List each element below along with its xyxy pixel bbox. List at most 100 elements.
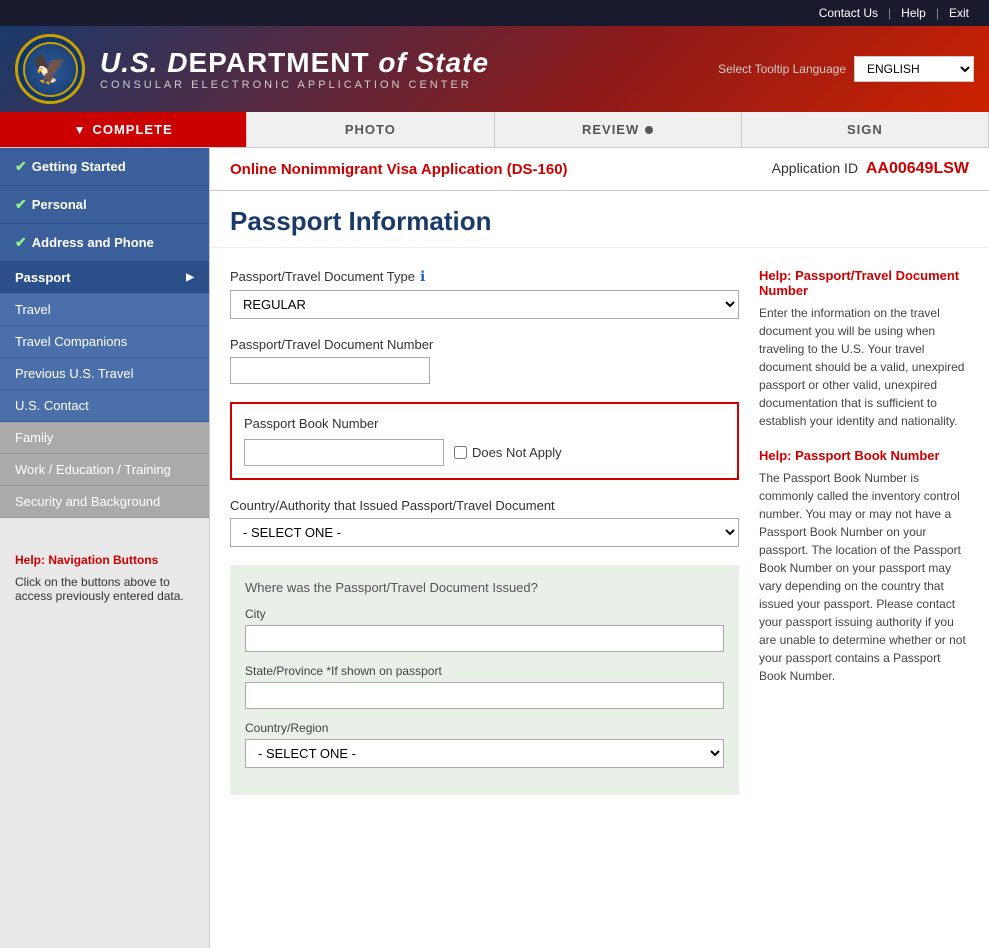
check-icon-personal: ✔ bbox=[15, 196, 27, 213]
state-label: State/Province *If shown on passport bbox=[245, 664, 724, 678]
page-title: Passport Information bbox=[210, 191, 989, 248]
header-title-block: U.S. DEPARTMENT of State Consular Electr… bbox=[100, 47, 703, 91]
help-block-1: Help: Passport/Travel Document Number En… bbox=[759, 268, 969, 430]
step-sign[interactable]: SIGN bbox=[742, 112, 989, 147]
language-selector-group: Select Tooltip Language ENGLISH ESPAÑOL … bbox=[718, 56, 974, 82]
city-field: City bbox=[245, 607, 724, 652]
review-dot bbox=[645, 126, 653, 134]
step-review[interactable]: REVIEW bbox=[495, 112, 742, 147]
sidebar-item-family[interactable]: Family bbox=[0, 422, 209, 454]
book-number-input[interactable] bbox=[244, 439, 444, 466]
help-link[interactable]: Help bbox=[891, 4, 936, 22]
does-not-apply-label: Does Not Apply bbox=[454, 445, 562, 460]
form-content: Passport/Travel Document Type ℹ REGULAR … bbox=[210, 248, 989, 833]
issuing-country-select[interactable]: - SELECT ONE - bbox=[230, 518, 739, 547]
does-not-apply-text: Does Not Apply bbox=[472, 445, 562, 460]
sidebar-label-getting-started: Getting Started bbox=[32, 159, 126, 174]
doc-number-group: Passport/Travel Document Number bbox=[230, 337, 739, 384]
step-complete[interactable]: ▼ COMPLETE bbox=[0, 112, 247, 147]
app-id-label: Application ID bbox=[772, 160, 858, 176]
sidebar-help-prefix: Help: bbox=[15, 553, 45, 567]
sidebar-item-getting-started[interactable]: ✔ Getting Started bbox=[0, 148, 209, 186]
issuing-country-label-text: Country/Authority that Issued Passport/T… bbox=[230, 498, 555, 513]
issued-where-section: Where was the Passport/Travel Document I… bbox=[230, 565, 739, 795]
sidebar-item-security-background[interactable]: Security and Background bbox=[0, 486, 209, 518]
app-id-value: AA00649LSW bbox=[866, 160, 969, 177]
main-content: Online Nonimmigrant Visa Application (DS… bbox=[210, 148, 989, 948]
sidebar-item-travel-companions[interactable]: Travel Companions bbox=[0, 326, 209, 358]
sidebar: ✔ Getting Started ✔ Personal ✔ Address a… bbox=[0, 148, 210, 948]
step-photo[interactable]: PHOTO bbox=[247, 112, 494, 147]
state-input[interactable] bbox=[245, 682, 724, 709]
site-subtitle: Consular Electronic Application Center bbox=[100, 79, 703, 91]
check-icon-address: ✔ bbox=[15, 234, 27, 251]
content-header: Online Nonimmigrant Visa Application (DS… bbox=[210, 148, 989, 191]
does-not-apply-checkbox[interactable] bbox=[454, 446, 467, 459]
sidebar-item-passport[interactable]: Passport bbox=[0, 262, 209, 294]
sidebar-help-block: Help: Navigation Buttons Click on the bu… bbox=[0, 538, 209, 618]
country-select[interactable]: - SELECT ONE - bbox=[245, 739, 724, 768]
sidebar-label-personal: Personal bbox=[32, 197, 87, 212]
doc-number-label-text: Passport/Travel Document Number bbox=[230, 337, 433, 352]
step-sign-label: SIGN bbox=[847, 122, 883, 137]
help-2-subject: Passport Book Number bbox=[795, 448, 939, 463]
language-select[interactable]: ENGLISH ESPAÑOL FRANÇAIS bbox=[854, 56, 974, 82]
step-photo-label: PHOTO bbox=[345, 122, 396, 137]
step-complete-label: COMPLETE bbox=[92, 122, 172, 137]
city-input[interactable] bbox=[245, 625, 724, 652]
seal-inner: 🦅 bbox=[23, 42, 78, 97]
sidebar-label-passport: Passport bbox=[15, 270, 71, 285]
contact-us-link[interactable]: Contact Us bbox=[809, 4, 888, 22]
issued-where-label: Where was the Passport/Travel Document I… bbox=[245, 580, 724, 595]
eagle-icon: 🦅 bbox=[33, 53, 68, 86]
step-navigation: ▼ COMPLETE PHOTO REVIEW SIGN bbox=[0, 112, 989, 148]
sidebar-item-work-education[interactable]: Work / Education / Training bbox=[0, 454, 209, 486]
doc-type-label-text: Passport/Travel Document Type bbox=[230, 269, 415, 284]
sidebar-label-previous-travel: Previous U.S. Travel bbox=[15, 366, 134, 381]
sidebar-help-title: Help: Navigation Buttons bbox=[15, 553, 194, 567]
sidebar-label-family: Family bbox=[15, 430, 53, 445]
help-heading-1: Help: Passport/Travel Document Number bbox=[759, 268, 969, 298]
doc-number-input[interactable] bbox=[230, 357, 430, 384]
sidebar-help-subject: Navigation Buttons bbox=[48, 553, 158, 567]
doc-type-group: Passport/Travel Document Type ℹ REGULAR … bbox=[230, 268, 739, 319]
help-2-body: The Passport Book Number is commonly cal… bbox=[759, 469, 969, 685]
sidebar-item-previous-travel[interactable]: Previous U.S. Travel bbox=[0, 358, 209, 390]
sidebar-item-travel[interactable]: Travel bbox=[0, 294, 209, 326]
doc-type-label: Passport/Travel Document Type ℹ bbox=[230, 268, 739, 285]
sidebar-label-address: Address and Phone bbox=[32, 235, 154, 250]
help-2-prefix: Help: bbox=[759, 448, 792, 463]
country-label: Country/Region bbox=[245, 721, 724, 735]
form-main: Passport/Travel Document Type ℹ REGULAR … bbox=[230, 268, 739, 813]
top-nav: Contact Us | Help | Exit bbox=[0, 0, 989, 26]
help-heading-2: Help: Passport Book Number bbox=[759, 448, 969, 463]
app-id-block: Application ID AA00649LSW bbox=[772, 160, 969, 178]
city-label: City bbox=[245, 607, 724, 621]
sidebar-label-travel: Travel bbox=[15, 302, 51, 317]
exit-link[interactable]: Exit bbox=[939, 4, 979, 22]
doc-type-select[interactable]: REGULAR OFFICIAL DIPLOMATIC LAISSEZ-PASS… bbox=[230, 290, 739, 319]
step-review-label: REVIEW bbox=[582, 122, 639, 137]
state-field: State/Province *If shown on passport bbox=[245, 664, 724, 709]
site-header: 🦅 U.S. DEPARTMENT of State Consular Elec… bbox=[0, 26, 989, 112]
issuing-country-group: Country/Authority that Issued Passport/T… bbox=[230, 498, 739, 547]
doc-number-label: Passport/Travel Document Number bbox=[230, 337, 739, 352]
seal-logo: 🦅 bbox=[15, 34, 85, 104]
app-title: Online Nonimmigrant Visa Application (DS… bbox=[230, 161, 568, 178]
sidebar-label-work-education: Work / Education / Training bbox=[15, 462, 171, 477]
info-icon-doc-type[interactable]: ℹ bbox=[420, 268, 425, 285]
sidebar-item-address-phone[interactable]: ✔ Address and Phone bbox=[0, 224, 209, 262]
help-panel: Help: Passport/Travel Document Number En… bbox=[759, 268, 969, 813]
step-complete-arrow: ▼ bbox=[74, 123, 87, 137]
check-icon-getting-started: ✔ bbox=[15, 158, 27, 175]
help-1-prefix: Help: bbox=[759, 268, 792, 283]
book-number-label: Passport Book Number bbox=[244, 416, 725, 431]
sidebar-label-us-contact: U.S. Contact bbox=[15, 398, 89, 413]
sidebar-help-body: Click on the buttons above to access pre… bbox=[15, 575, 194, 603]
help-1-body: Enter the information on the travel docu… bbox=[759, 304, 969, 430]
sidebar-item-personal[interactable]: ✔ Personal bbox=[0, 186, 209, 224]
sidebar-item-us-contact[interactable]: U.S. Contact bbox=[0, 390, 209, 422]
site-title: U.S. DEPARTMENT of State bbox=[100, 47, 703, 79]
sidebar-label-security: Security and Background bbox=[15, 494, 160, 509]
help-block-2: Help: Passport Book Number The Passport … bbox=[759, 448, 969, 685]
